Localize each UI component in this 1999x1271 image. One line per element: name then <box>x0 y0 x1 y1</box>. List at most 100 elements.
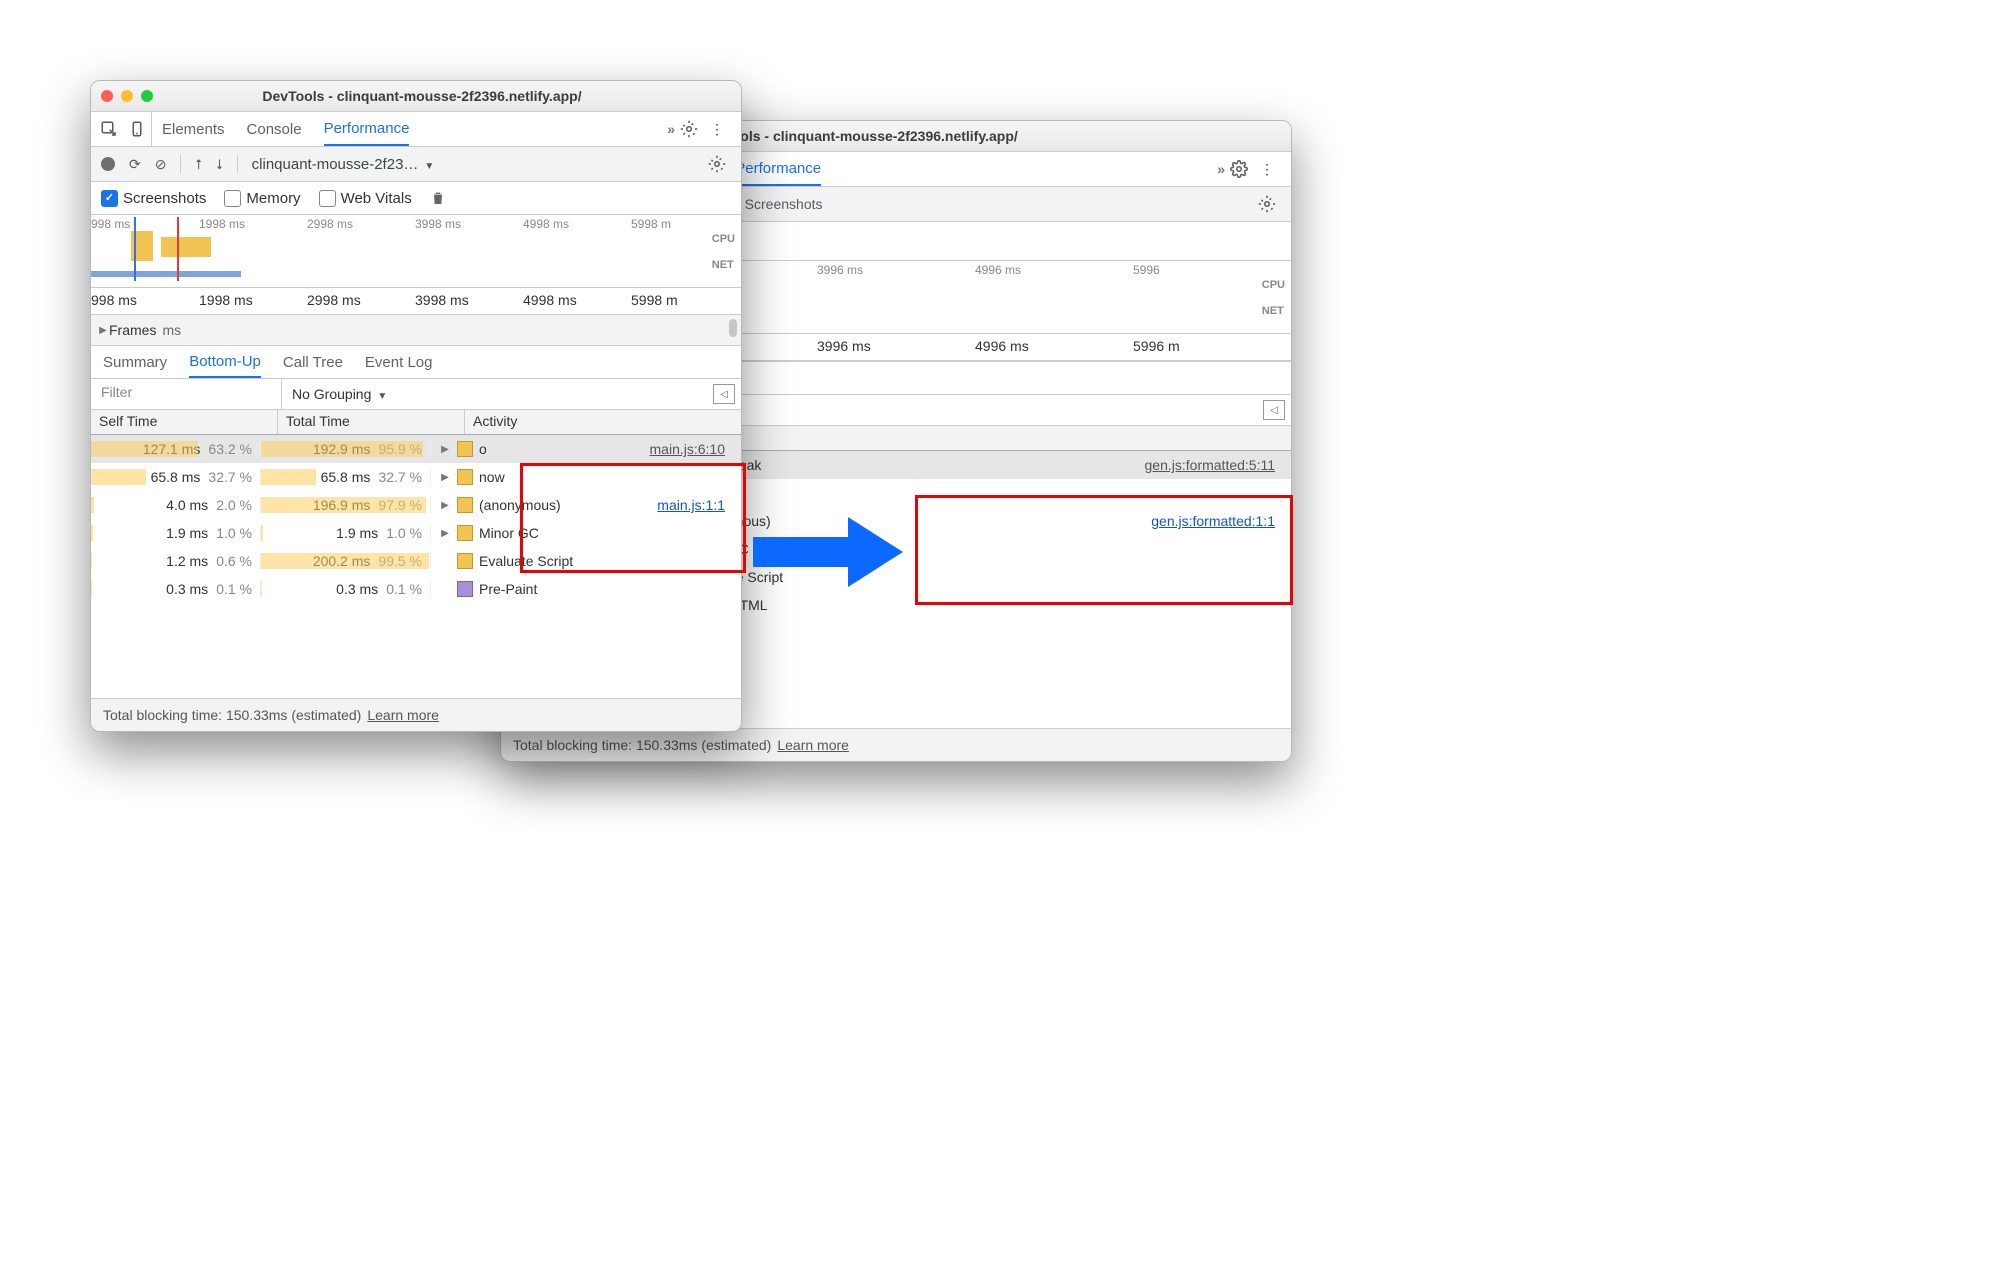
time-tick: 2998 ms <box>307 215 415 231</box>
window-title: DevTools - clinquant-mousse-2f2396.netli… <box>163 88 681 104</box>
activity-type-icon <box>457 469 473 485</box>
record-button-icon[interactable] <box>101 157 115 171</box>
tab-elements[interactable]: Elements <box>162 114 225 145</box>
overflow-icon[interactable]: » <box>667 121 675 137</box>
tab-performance[interactable]: Performance <box>735 153 821 186</box>
time-tick: 3996 ms <box>817 334 975 360</box>
options-row: Screenshots Memory Web Vitals <box>91 182 741 215</box>
table-row[interactable]: 65.8 ms32.7 %65.8 ms32.7 %▶now <box>91 463 741 491</box>
expand-triangle-icon[interactable]: ▶ <box>439 472 451 483</box>
screenshots-label: Screenshots <box>123 190 206 207</box>
source-link[interactable]: main.js:1:1 <box>657 497 733 513</box>
blocking-time-text: Total blocking time: 150.33ms (estimated… <box>103 707 361 723</box>
activity-name: now <box>479 469 505 485</box>
scrollbar[interactable] <box>729 319 737 337</box>
expand-triangle-icon[interactable]: ▶ <box>439 444 451 455</box>
learn-more-link[interactable]: Learn more <box>777 737 849 753</box>
reload-icon[interactable]: ⟳ <box>129 156 141 173</box>
time-tick: 3998 ms <box>415 215 523 231</box>
cpu-label: CPU <box>712 233 735 245</box>
memory-checkbox[interactable] <box>224 190 241 207</box>
trash-icon[interactable] <box>430 189 446 207</box>
table-row[interactable]: 0.3 ms0.1 %0.3 ms0.1 %Pre-Paint <box>91 575 741 603</box>
col-activity[interactable]: Activity <box>465 410 741 434</box>
webvitals-checkbox[interactable] <box>319 190 336 207</box>
settings-gear-icon[interactable] <box>1253 195 1281 213</box>
memory-label: Memory <box>246 190 300 207</box>
expand-triangle-icon[interactable]: ▶ <box>439 500 451 511</box>
traffic-lights[interactable] <box>101 90 153 102</box>
time-tick: 998 ms <box>91 288 199 314</box>
source-link[interactable]: gen.js:formatted:5:11 <box>1145 457 1283 473</box>
filter-row: Filter No Grouping ◁ <box>91 379 741 410</box>
time-tick: 3996 ms <box>817 261 975 277</box>
table-row[interactable]: 4.0 ms2.0 %196.9 ms97.9 %▶(anonymous)mai… <box>91 491 741 519</box>
time-tick: 4998 ms <box>523 288 631 314</box>
screenshots-checkbox[interactable] <box>101 190 118 207</box>
footer: Total blocking time: 150.33ms (estimated… <box>501 728 1291 761</box>
activity-name: Pre-Paint <box>479 581 537 597</box>
time-tick: 1998 ms <box>199 288 307 314</box>
grouping-dropdown[interactable]: No Grouping <box>292 386 387 402</box>
clear-icon[interactable]: ⊘ <box>155 156 167 173</box>
activity-name: o <box>479 441 487 457</box>
time-tick: 5998 m <box>631 288 739 314</box>
learn-more-link[interactable]: Learn more <box>367 707 439 723</box>
col-activity[interactable]: Activity <box>658 426 1291 450</box>
expand-triangle-icon[interactable]: ▶ <box>439 528 451 539</box>
overflow-icon[interactable]: » <box>1217 161 1225 177</box>
col-total-time[interactable]: Total Time <box>278 410 465 434</box>
record-toolbar: ⟳ ⊘ ⭡ ⭣ clinquant-mousse-2f23… <box>91 147 741 182</box>
table-row[interactable]: 1.9 ms1.0 %1.9 ms1.0 %▶Minor GC <box>91 519 741 547</box>
activity-name: Evaluate Script <box>479 553 573 569</box>
source-link[interactable]: gen.js:formatted:1:1 <box>1151 513 1283 529</box>
net-label: NET <box>1262 305 1285 317</box>
filter-input[interactable]: Filter <box>91 379 282 409</box>
activity-type-icon <box>457 441 473 457</box>
column-headers: Self Time Total Time Activity <box>91 410 741 435</box>
overview-timeline[interactable]: 998 ms1998 ms2998 ms3998 ms4998 ms5998 m… <box>91 215 741 288</box>
arrow-icon <box>748 512 908 592</box>
time-tick: 3998 ms <box>415 288 523 314</box>
frames-label: Frames <box>109 322 156 338</box>
collapse-button[interactable]: ◁ <box>1263 400 1285 420</box>
tab-bottom-up[interactable]: Bottom-Up <box>189 347 261 378</box>
frames-unit: ms <box>162 322 181 338</box>
time-tick: 4996 ms <box>975 261 1133 277</box>
tab-performance[interactable]: Performance <box>324 113 410 146</box>
activity-type-icon <box>457 497 473 513</box>
expand-triangle-icon[interactable]: ▶ <box>97 325 109 336</box>
settings-gear-icon[interactable] <box>1225 160 1253 178</box>
blocking-time-text: Total blocking time: 150.33ms (estimated… <box>513 737 771 753</box>
devtools-window-left: DevTools - clinquant-mousse-2f2396.netli… <box>90 80 742 732</box>
source-link[interactable]: main.js:6:10 <box>650 441 733 457</box>
upload-icon[interactable]: ⭡ <box>195 156 202 173</box>
tab-summary[interactable]: Summary <box>103 348 167 377</box>
inspect-icon[interactable] <box>95 112 123 146</box>
settings-gear-icon[interactable] <box>675 120 703 138</box>
tab-console[interactable]: Console <box>247 114 302 145</box>
frames-row[interactable]: ▶ Frames ms <box>91 315 741 346</box>
flame-chart <box>131 231 241 261</box>
activity-type-icon <box>457 553 473 569</box>
activity-type-icon <box>457 581 473 597</box>
time-tick: 1998 ms <box>199 215 307 231</box>
device-icon[interactable] <box>123 112 152 146</box>
col-self-time[interactable]: Self Time <box>91 410 278 434</box>
url-selector[interactable]: clinquant-mousse-2f23… <box>252 156 435 173</box>
table-row[interactable]: 1.2 ms0.6 %200.2 ms99.5 %Evaluate Script <box>91 547 741 575</box>
time-tick: 5996 m <box>1133 334 1291 360</box>
details-tabs: Summary Bottom-Up Call Tree Event Log <box>91 346 741 379</box>
collapse-button[interactable]: ◁ <box>713 384 735 404</box>
tab-event-log[interactable]: Event Log <box>365 348 433 377</box>
time-ruler[interactable]: 998 ms1998 ms2998 ms3998 ms4998 ms5998 m <box>91 288 741 315</box>
titlebar: DevTools - clinquant-mousse-2f2396.netli… <box>91 81 741 112</box>
footer: Total blocking time: 150.33ms (estimated… <box>91 698 741 731</box>
tab-call-tree[interactable]: Call Tree <box>283 348 343 377</box>
kebab-menu-icon[interactable]: ⋮ <box>1253 161 1281 178</box>
download-icon[interactable]: ⭣ <box>216 156 223 173</box>
settings-gear-icon[interactable] <box>703 155 731 173</box>
activity-type-icon <box>457 525 473 541</box>
table-row[interactable]: 127.1 ms63.2 %192.9 ms95.9 %▶omain.js:6:… <box>91 435 741 463</box>
kebab-menu-icon[interactable]: ⋮ <box>703 121 731 138</box>
